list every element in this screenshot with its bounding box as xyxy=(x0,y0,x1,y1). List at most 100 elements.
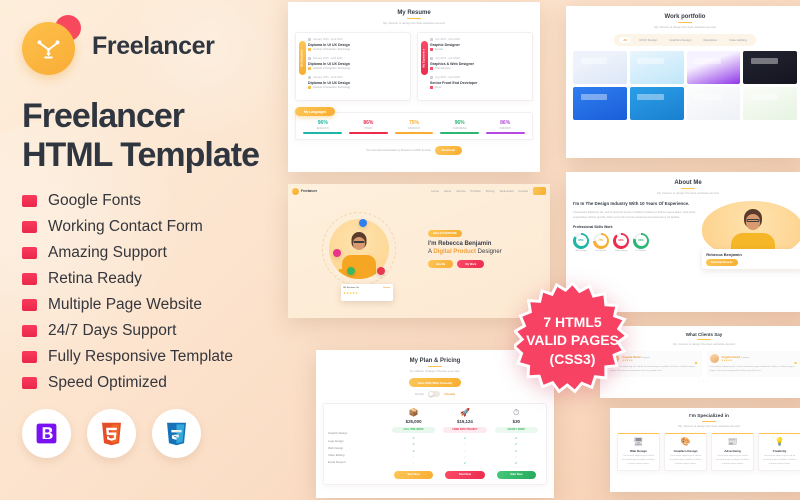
feature-column: Graphic Design Logo Design Web Design Vi… xyxy=(328,409,388,478)
download-resume-button[interactable]: Download Resume xyxy=(706,259,738,267)
service-desc: Consectetur adipiscing elit sed do eiusm… xyxy=(763,455,796,465)
review-card-row: 5K Reviews On Envato xyxy=(343,287,390,289)
check-icon: ✔ xyxy=(463,455,467,460)
about-text-col: I'm In The Design Industry With 10 Years… xyxy=(573,201,696,269)
hero-logo-label: Freelancer xyxy=(301,189,318,193)
bullet-icon xyxy=(22,298,37,311)
bullet-icon xyxy=(22,376,37,389)
check-icon: ✔ xyxy=(412,442,415,447)
hero-navbar: Freelancer Home About Service Portfolio … xyxy=(288,184,550,195)
list-item: January 2015 - April 2020 Diploma In UI … xyxy=(308,57,405,70)
list-item[interactable]: 💡 Creativity Consectetur adipiscing elit… xyxy=(758,433,800,472)
check-icon: ✔ xyxy=(515,448,518,453)
service-desc: Consectetur adipiscing elit sed do eiusm… xyxy=(622,455,655,465)
bootstrap-badge xyxy=(22,408,71,458)
plan-badge: FIXED RATE PROJECT xyxy=(443,427,487,433)
hero-cta-button[interactable] xyxy=(533,187,546,195)
nav-contact[interactable]: Contact xyxy=(518,189,528,193)
bullet-icon xyxy=(22,350,37,363)
screenshot-hero[interactable]: Freelancer Home About Service Portfolio … xyxy=(288,184,550,318)
page-title: Freelancer HTML Template xyxy=(22,97,290,176)
service-icon: 📰 xyxy=(727,437,738,447)
carousel-dots[interactable]: • • • xyxy=(607,379,800,383)
nav-service[interactable]: Service xyxy=(456,189,465,193)
plan-button[interactable]: Start Now xyxy=(393,470,434,479)
feature-label: Working Contact Form xyxy=(48,217,203,235)
portfolio-item[interactable] xyxy=(629,50,684,84)
nav-portfolio[interactable]: Portfolio xyxy=(471,189,481,193)
filter-uiux[interactable]: UI/UX Design xyxy=(635,37,661,44)
list-item[interactable]: 🖥 Web Design Consectetur adipiscing elit… xyxy=(617,433,660,472)
testimonials-grid: Angelia David Designer ★★★★★ ❞ Consectet… xyxy=(607,351,800,378)
portfolio-grid xyxy=(573,50,797,120)
nav-about[interactable]: About xyxy=(444,189,451,193)
plan-badge: HOURLY WORK xyxy=(494,427,538,433)
language-name: HINDI xyxy=(364,127,373,131)
item-date: January 2015 - April 2020 xyxy=(308,76,405,79)
portfolio-item[interactable] xyxy=(743,86,797,120)
check-icon: ✔ xyxy=(463,442,467,447)
service-icon: 💡 xyxy=(774,437,785,447)
feature-label: Fully Responsive Template xyxy=(48,347,233,365)
person-name: Rebecca Benjamin xyxy=(706,252,742,258)
filter-illustration[interactable]: Illustration xyxy=(699,37,721,44)
screenshot-portfolio[interactable]: Work portfolio My mission is design the … xyxy=(566,6,800,158)
language-bar xyxy=(349,132,388,134)
screenshot-specialized[interactable]: I'm Specialized in My mission is design … xyxy=(610,408,800,492)
experience-column: My Experience July 2015 - April 2020 Gra… xyxy=(417,32,533,102)
feature-label: Google Fonts xyxy=(48,191,142,209)
list-item[interactable]: 📰 Advertising Consectetur adipiscing eli… xyxy=(711,433,754,472)
about-title: About Me xyxy=(674,180,702,186)
review-card-title: 5K Reviews On xyxy=(343,286,360,289)
portfolio-item[interactable] xyxy=(743,50,797,84)
testimonial-meta: Angelia David Designer ★★★★★ xyxy=(722,355,750,362)
social-bubble-behance xyxy=(359,219,367,227)
my-work-button[interactable]: My Work xyxy=(457,259,485,269)
title-rule xyxy=(702,421,716,423)
list-item: 90% Video Editing xyxy=(613,232,629,252)
portfolio-item[interactable] xyxy=(573,86,627,120)
screenshot-resume[interactable]: My Resume My mission is design the best … xyxy=(288,2,540,172)
headline-line-1: Freelancer xyxy=(22,97,185,135)
language-percent: 86% xyxy=(363,120,374,127)
list-item: 85% Web Design xyxy=(573,232,589,252)
about-body: I'm In The Design Industry With 10 Years… xyxy=(573,201,800,270)
hero-visual: 5K Reviews On Envato ★★★★★ xyxy=(294,195,424,303)
social-bubble-pinterest xyxy=(377,267,385,275)
hire-me-button[interactable]: Hire Me xyxy=(428,259,454,269)
hero-tag: HELLO EVERYONE xyxy=(428,229,462,237)
service-desc: Consectetur adipiscing elit sed do eiusm… xyxy=(716,455,749,465)
nav-pricing[interactable]: Pricing xyxy=(486,189,495,193)
list-item[interactable]: 🎨 Graphics Design Consectetur adipiscing… xyxy=(664,433,707,472)
filter-all[interactable]: All xyxy=(619,36,632,44)
item-title: Graphics & Web Designer xyxy=(430,61,475,66)
title-rule xyxy=(407,18,421,20)
badge-line-2: VALID PAGES xyxy=(526,332,619,349)
list-item: Working Contact Form xyxy=(22,218,290,236)
portfolio-item[interactable] xyxy=(686,86,741,120)
plan-button[interactable]: Start Now xyxy=(496,470,536,479)
portfolio-item[interactable] xyxy=(573,50,627,84)
hero-heading: I'm Rebecca Benjamin xyxy=(428,240,492,247)
status-badge: 7 HTML5 VALID PAGES (CSS3) xyxy=(514,282,631,399)
filter-graphics[interactable]: Graphics Design xyxy=(665,37,695,44)
portfolio-item[interactable] xyxy=(686,50,741,84)
filter-video[interactable]: Video Editing xyxy=(725,37,751,44)
download-button[interactable]: Download xyxy=(434,145,462,155)
billing-switch[interactable] xyxy=(428,391,441,398)
plan-icon: ⏱ xyxy=(513,408,520,418)
specialized-page: I'm Specialized in My mission is design … xyxy=(610,408,800,492)
plan-checks: ✔ ✔ ✔ ✔ ✔ xyxy=(491,436,542,466)
portfolio-item[interactable] xyxy=(629,86,684,120)
item-title: Diploma In UI UX Design xyxy=(308,80,350,85)
testimonials-subtitle: My mission is design the best websites a… xyxy=(673,342,735,347)
portfolio-subtitle: My mission is design the best websites a… xyxy=(654,25,716,30)
nav-home[interactable]: Home xyxy=(431,189,438,193)
language-bar xyxy=(303,132,343,134)
plan-button[interactable]: Start Now xyxy=(445,470,485,479)
resume-page: My Resume My mission is design the best … xyxy=(288,2,540,172)
nav-testimonial[interactable]: Testimonial xyxy=(499,189,513,193)
hero-logo[interactable]: Freelancer xyxy=(292,187,318,195)
brand: Freelancer xyxy=(22,15,290,75)
hero-subheading: A Digital Product Designer xyxy=(428,249,544,255)
